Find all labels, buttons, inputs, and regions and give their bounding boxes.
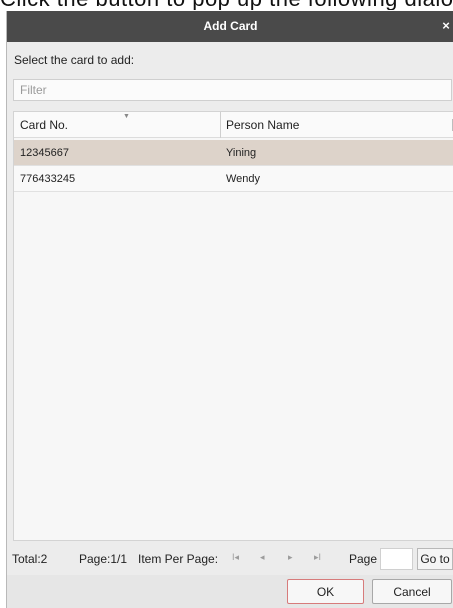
column-label-card-no: Card No. bbox=[20, 118, 69, 132]
first-page-icon[interactable]: I◂ bbox=[232, 552, 239, 563]
next-page-icon[interactable]: ▸ bbox=[288, 552, 293, 563]
page-number-input[interactable] bbox=[380, 548, 413, 570]
column-label-person-name: Person Name bbox=[226, 118, 300, 132]
card-table: Card No. ▼ Person Name 12345667 Yining 7… bbox=[13, 111, 453, 541]
select-card-prompt: Select the card to add: bbox=[14, 53, 135, 67]
background-document-fragment: Click the button to pop up the following… bbox=[0, 0, 453, 10]
prev-page-icon[interactable]: ◂ bbox=[260, 552, 265, 563]
table-row[interactable]: 12345667 Yining bbox=[14, 140, 453, 166]
last-page-icon[interactable]: ▸I bbox=[314, 552, 321, 563]
cancel-button[interactable]: Cancel bbox=[372, 579, 452, 604]
column-header-person-name[interactable]: Person Name bbox=[220, 112, 448, 138]
background-text: Click the button to pop up the following… bbox=[0, 0, 453, 10]
card-no-cell: 12345667 bbox=[20, 147, 69, 159]
dialog-titlebar: Add Card × bbox=[7, 11, 453, 42]
close-icon[interactable]: × bbox=[440, 19, 452, 32]
person-name-cell: Wendy bbox=[226, 173, 261, 185]
table-header: Card No. ▼ Person Name bbox=[14, 112, 453, 138]
goto-button[interactable]: Go to bbox=[417, 548, 453, 570]
sort-arrow-icon: ▼ bbox=[123, 113, 130, 120]
dialog-title: Add Card bbox=[203, 19, 258, 33]
page-label: Page bbox=[349, 552, 378, 566]
filter-input[interactable] bbox=[13, 79, 452, 101]
items-per-page-label: Item Per Page: bbox=[138, 552, 219, 566]
ok-button[interactable]: OK bbox=[287, 579, 364, 604]
page-info: Page:1/1 bbox=[79, 552, 128, 566]
card-no-cell: 776433245 bbox=[20, 173, 76, 185]
add-card-dialog: Add Card × Select the card to add: Card … bbox=[6, 11, 453, 608]
person-name-cell: Yining bbox=[226, 147, 257, 159]
table-row[interactable]: 776433245 Wendy bbox=[14, 166, 453, 192]
pagination-bar: Total:2 Page:1/1 Item Per Page: I◂ ◂ ▸ ▸… bbox=[7, 548, 453, 570]
column-header-card-no[interactable]: Card No. ▼ bbox=[20, 112, 215, 138]
total-count: Total:2 bbox=[12, 552, 48, 566]
